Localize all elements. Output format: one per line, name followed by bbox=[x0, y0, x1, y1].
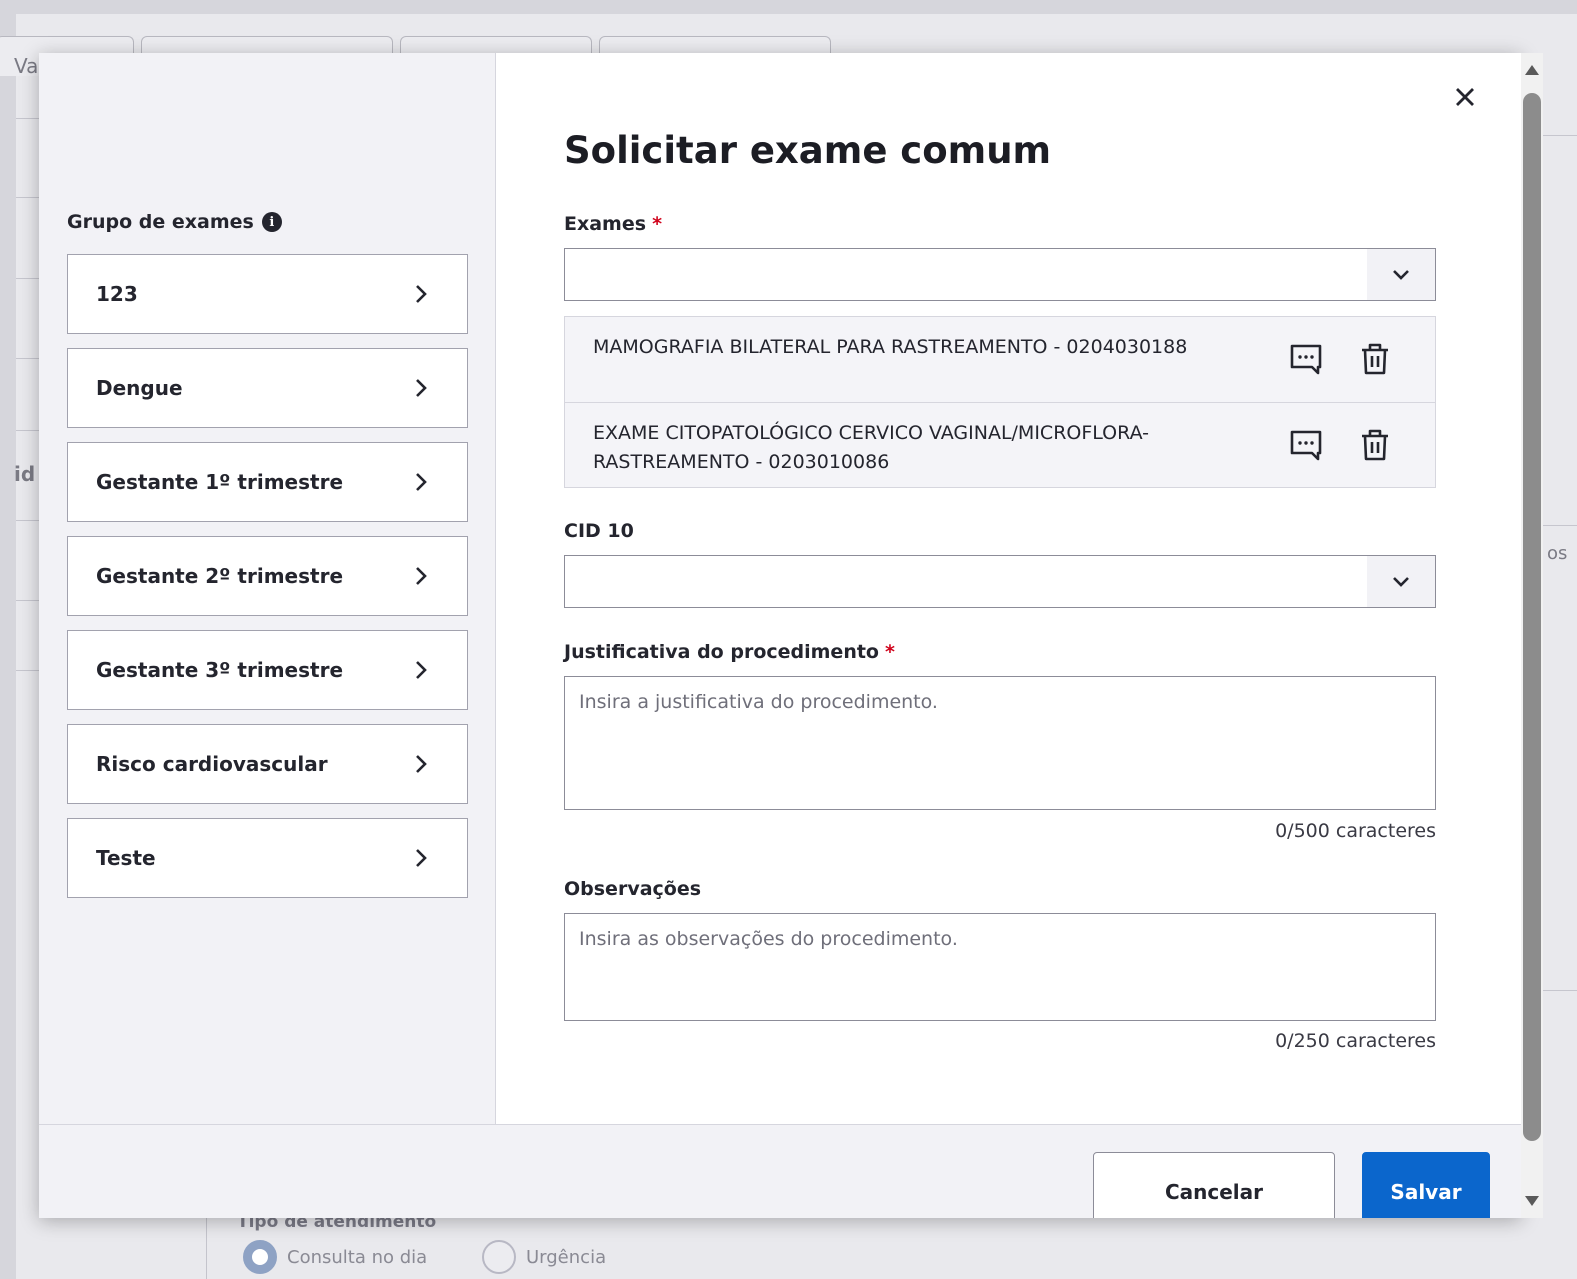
exam-group-label: Gestante 2º trimestre bbox=[96, 564, 344, 588]
background-radio-consulta[interactable]: Consulta no dia bbox=[243, 1240, 427, 1274]
background-attendance-section: Tipo de atendimento Consulta no dia Urgê… bbox=[206, 1212, 1577, 1279]
exames-label: Exames * bbox=[564, 213, 662, 235]
exam-group-list: 123 Dengue Gestante 1º trimestre Gestant… bbox=[67, 254, 468, 912]
scrollbar-thumb[interactable] bbox=[1523, 93, 1541, 1141]
chevron-down-icon bbox=[1393, 576, 1409, 587]
cid10-label: CID 10 bbox=[564, 520, 634, 542]
cancel-button[interactable]: Cancelar bbox=[1093, 1152, 1335, 1218]
exam-group-item-123[interactable]: 123 bbox=[67, 254, 468, 334]
chevron-right-icon bbox=[416, 661, 427, 679]
background-divider bbox=[16, 358, 40, 359]
background-divider bbox=[16, 430, 40, 431]
cid10-select[interactable] bbox=[564, 555, 1436, 608]
save-button[interactable]: Salvar bbox=[1362, 1152, 1490, 1218]
exam-name: EXAME CITOPATOLÓGICO CERVICO VAGINAL/MIC… bbox=[593, 422, 1150, 473]
background-divider bbox=[16, 118, 40, 119]
exam-group-label: Risco cardiovascular bbox=[96, 752, 328, 776]
info-icon[interactable]: i bbox=[261, 212, 282, 232]
observacoes-input[interactable] bbox=[564, 913, 1436, 1021]
chevron-right-icon bbox=[416, 755, 427, 773]
exam-group-item-risco-cardiovascular[interactable]: Risco cardiovascular bbox=[67, 724, 468, 804]
justificativa-input[interactable] bbox=[564, 676, 1436, 810]
exam-name: MAMOGRAFIA BILATERAL PARA RASTREAMENTO -… bbox=[593, 336, 1188, 358]
chevron-right-icon bbox=[416, 849, 427, 867]
justificativa-counter: 0/500 caracteres bbox=[1275, 820, 1436, 842]
exam-group-label: Gestante 1º trimestre bbox=[96, 470, 344, 494]
trash-icon bbox=[1362, 429, 1388, 461]
modal-title: Solicitar exame comum bbox=[564, 129, 1052, 172]
exam-group-label: Teste bbox=[96, 846, 156, 870]
exam-group-item-gestante-2[interactable]: Gestante 2º trimestre bbox=[67, 536, 468, 616]
list-item: EXAME CITOPATOLÓGICO CERVICO VAGINAL/MIC… bbox=[565, 402, 1435, 487]
required-mark: * bbox=[652, 213, 662, 235]
selected-exams-list: MAMOGRAFIA BILATERAL PARA RASTREAMENTO -… bbox=[564, 316, 1436, 488]
exam-group-label: Gestante 3º trimestre bbox=[96, 658, 344, 682]
background-divider bbox=[16, 278, 40, 279]
exam-group-item-gestante-1[interactable]: Gestante 1º trimestre bbox=[67, 442, 468, 522]
exames-label-text: Exames bbox=[564, 213, 647, 235]
chevron-right-icon bbox=[416, 567, 427, 585]
background-divider bbox=[16, 520, 40, 521]
exam-delete-button[interactable] bbox=[1355, 339, 1395, 379]
chevron-down-icon bbox=[1393, 269, 1409, 280]
close-button[interactable] bbox=[1447, 79, 1483, 115]
scroll-down-arrow-icon[interactable] bbox=[1525, 1196, 1539, 1206]
background-text-fragment: os bbox=[1547, 543, 1568, 564]
exam-group-item-dengue[interactable]: Dengue bbox=[67, 348, 468, 428]
cid10-dropdown-toggle[interactable] bbox=[1367, 556, 1435, 607]
close-icon bbox=[1456, 88, 1474, 106]
exam-group-item-teste[interactable]: Teste bbox=[67, 818, 468, 898]
justificativa-label: Justificativa do procedimento * bbox=[564, 641, 895, 663]
exam-group-item-gestante-3[interactable]: Gestante 3º trimestre bbox=[67, 630, 468, 710]
required-mark: * bbox=[884, 641, 895, 663]
exam-delete-button[interactable] bbox=[1355, 425, 1395, 465]
request-exam-modal: Grupo de exames i 123 Dengue Gestante 1º… bbox=[39, 53, 1521, 1218]
chevron-right-icon bbox=[416, 473, 427, 491]
exames-select[interactable] bbox=[564, 248, 1436, 301]
background-divider bbox=[16, 600, 40, 601]
observacoes-counter: 0/250 caracteres bbox=[1275, 1030, 1436, 1052]
chevron-right-icon bbox=[416, 285, 427, 303]
chevron-right-icon bbox=[416, 379, 427, 397]
scroll-up-arrow-icon[interactable] bbox=[1525, 65, 1539, 75]
background-text-fragment: Va bbox=[14, 54, 39, 78]
list-item: MAMOGRAFIA BILATERAL PARA RASTREAMENTO -… bbox=[565, 317, 1435, 402]
observacoes-label: Observações bbox=[564, 878, 702, 900]
background-divider bbox=[16, 670, 40, 671]
exam-group-title-text: Grupo de exames bbox=[67, 211, 254, 233]
exam-group-label: 123 bbox=[96, 282, 138, 306]
exam-comment-button[interactable] bbox=[1286, 339, 1326, 379]
radio-label: Consulta no dia bbox=[287, 1246, 428, 1268]
exames-dropdown-toggle[interactable] bbox=[1367, 249, 1435, 300]
background-radio-urgencia[interactable]: Urgência bbox=[482, 1240, 606, 1274]
modal-scrollbar[interactable] bbox=[1521, 53, 1543, 1218]
exam-comment-button[interactable] bbox=[1286, 425, 1326, 465]
background-text-fragment: id bbox=[14, 462, 36, 486]
exam-group-label: Dengue bbox=[96, 376, 183, 400]
radio-unselected-icon bbox=[482, 1240, 516, 1274]
modal-footer: Cancelar Salvar bbox=[39, 1124, 1521, 1218]
comment-icon bbox=[1290, 344, 1322, 375]
comment-icon bbox=[1290, 430, 1322, 461]
radio-label: Urgência bbox=[526, 1246, 607, 1268]
exam-group-title: Grupo de exames i bbox=[67, 211, 282, 233]
justificativa-label-text: Justificativa do procedimento bbox=[564, 641, 879, 663]
trash-icon bbox=[1362, 343, 1388, 375]
exam-group-panel: Grupo de exames i 123 Dengue Gestante 1º… bbox=[39, 53, 496, 1124]
background-divider bbox=[16, 197, 40, 198]
radio-selected-icon bbox=[243, 1240, 277, 1274]
